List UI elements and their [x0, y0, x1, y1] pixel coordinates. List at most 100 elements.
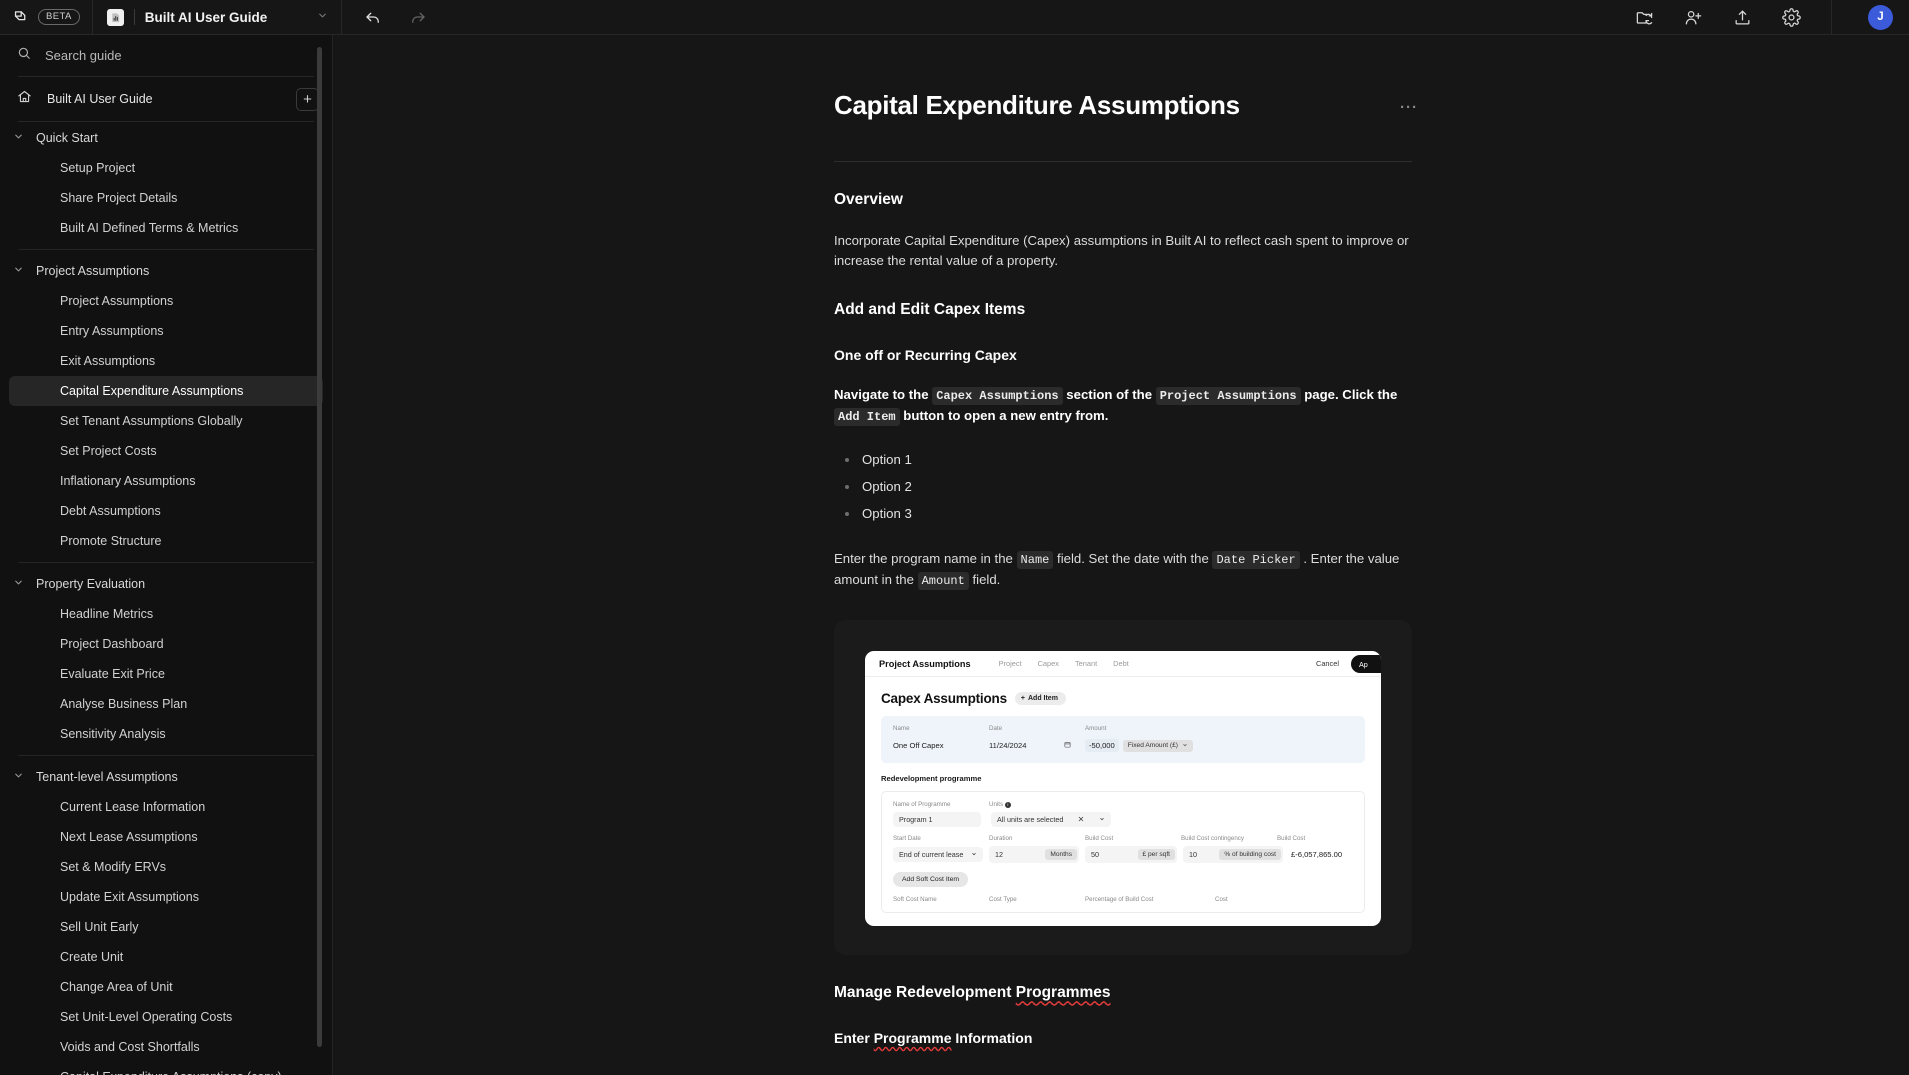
value-amount[interactable]: -50,000	[1085, 739, 1119, 753]
sidebar-item-share-project-details[interactable]: Share Project Details	[9, 183, 323, 213]
soft-cost-header: Cost	[1215, 896, 1228, 904]
search-input[interactable]: Search guide	[0, 35, 332, 76]
chevron-down-icon[interactable]	[13, 768, 24, 786]
main-content: Capital Expenditure Assumptions ··· Over…	[334, 35, 1909, 1075]
code-project-assumptions: Project Assumptions	[1155, 386, 1301, 405]
calendar-icon[interactable]	[1064, 741, 1071, 750]
sidebar-home-item[interactable]: Built AI User Guide +	[0, 77, 332, 121]
screenshot-apply-button[interactable]: Ap	[1351, 655, 1381, 674]
sidebar-item-voids-and-cost-shortfalls[interactable]: Voids and Cost Shortfalls	[9, 1032, 323, 1062]
value-date[interactable]: 11/24/2024	[989, 741, 1085, 750]
chevron-down-icon[interactable]	[13, 262, 24, 280]
sidebar-item-inflationary-assumptions[interactable]: Inflationary Assumptions	[9, 466, 323, 496]
screenshot-capex-header: Capex Assumptions + Add Item	[881, 691, 1365, 706]
add-user-icon[interactable]	[1684, 8, 1703, 27]
sidebar-item-set-project-costs[interactable]: Set Project Costs	[9, 436, 323, 466]
document-tab[interactable]: Built AI User Guide	[93, 0, 341, 35]
screenshot-tab-project[interactable]: Project	[999, 659, 1022, 668]
sidebar-item-sell-unit-early[interactable]: Sell Unit Early	[9, 912, 323, 942]
sidebar-item-capital-expenditure-assumptions[interactable]: Capital Expenditure Assumptions	[9, 376, 323, 406]
soft-cost-headers: Soft Cost Name Cost Type Percentage of Bui…	[893, 896, 1353, 912]
avatar[interactable]: J	[1868, 4, 1893, 30]
sidebar-item-create-unit[interactable]: Create Unit	[9, 942, 323, 972]
screenshot-cancel-button[interactable]: Cancel	[1316, 659, 1339, 668]
top-bar: BETA Built AI User Guide J	[0, 0, 1909, 35]
sidebar-item-update-exit-assumptions[interactable]: Update Exit Assumptions	[9, 882, 323, 912]
sidebar-group-property-evaluation[interactable]: Property Evaluation	[0, 568, 332, 599]
info-icon[interactable]: i	[1004, 801, 1011, 808]
soft-cost-header: Soft Cost Name	[893, 896, 937, 904]
sidebar-item-headline-metrics[interactable]: Headline Metrics	[9, 599, 323, 629]
gear-icon[interactable]	[1782, 7, 1801, 27]
redo-icon[interactable]	[409, 8, 428, 27]
search-icon	[17, 46, 31, 65]
start-date-select[interactable]: End of current lease	[893, 847, 983, 863]
sidebar-item-setup-project[interactable]: Setup Project	[9, 153, 323, 183]
build-cost-field[interactable]: 50 £ per sqft	[1085, 846, 1177, 864]
sidebar-scrollbar-track[interactable]	[317, 41, 327, 1051]
label-units: Units i	[989, 801, 1011, 808]
divider	[133, 9, 135, 25]
sidebar-group-project-assumptions[interactable]: Project Assumptions	[0, 255, 332, 286]
amount-type-select[interactable]: Fixed Amount (£)	[1122, 739, 1193, 752]
duration-field[interactable]: 12 Months	[989, 846, 1079, 864]
sidebar-item-set-modify-ervs[interactable]: Set & Modify ERVs	[9, 852, 323, 882]
add-page-button[interactable]: +	[296, 87, 319, 111]
sidebar-group-quick-start[interactable]: Quick Start	[0, 122, 332, 153]
value-name[interactable]: One Off Capex	[893, 741, 989, 750]
sidebar-item-sensitivity-analysis[interactable]: Sensitivity Analysis	[9, 719, 323, 749]
folder-sync-icon[interactable]	[1635, 8, 1654, 27]
history-actions	[342, 8, 428, 27]
sidebar-group-tenant-level-assumptions[interactable]: Tenant-level Assumptions	[0, 761, 332, 792]
sidebar-item-entry-assumptions[interactable]: Entry Assumptions	[9, 316, 323, 346]
fields-paragraph: Enter the program name in the Name field…	[834, 551, 1400, 590]
sidebar-item-promote-structure[interactable]: Promote Structure	[9, 526, 323, 556]
sidebar-item-next-lease-assumptions[interactable]: Next Lease Assumptions	[9, 822, 323, 852]
units-select[interactable]: All units are selected	[991, 812, 1111, 828]
code-capex-assumptions: Capex Assumptions	[932, 386, 1063, 405]
chevron-down-icon[interactable]	[317, 8, 328, 26]
enter-programme-heading: Enter Programme Information	[834, 1030, 1033, 1047]
sidebar-item-exit-assumptions[interactable]: Exit Assumptions	[9, 346, 323, 376]
chevron-down-icon[interactable]	[1099, 815, 1105, 824]
sidebar-item-set-unit-level-operating-costs[interactable]: Set Unit-Level Operating Costs	[9, 1002, 323, 1032]
sidebar-item-analyse-business-plan[interactable]: Analyse Business Plan	[9, 689, 323, 719]
overview-paragraph: Incorporate Capital Expenditure (Capex) …	[834, 233, 1409, 269]
sidebar-scrollbar-thumb[interactable]	[317, 47, 322, 1047]
undo-icon[interactable]	[364, 8, 383, 27]
page-more-menu[interactable]: ···	[1400, 99, 1418, 116]
sidebar-item-project-assumptions[interactable]: Project Assumptions	[9, 286, 323, 316]
upload-icon[interactable]	[1733, 8, 1752, 27]
sidebar-item-evaluate-exit-price[interactable]: Evaluate Exit Price	[9, 659, 323, 689]
clear-icon[interactable]	[1078, 815, 1084, 824]
label-contingency: Build Cost contingency	[1181, 835, 1244, 843]
chevron-down-icon[interactable]	[13, 129, 24, 147]
screenshot-capex-labels: Name Date Amount	[893, 725, 1353, 732]
sidebar-item-change-area-of-unit[interactable]: Change Area of Unit	[9, 972, 323, 1002]
sidebar-group-label: Tenant-level Assumptions	[36, 769, 178, 784]
embedded-screenshot[interactable]: Project Assumptions Project Capex Tenant De…	[834, 620, 1412, 956]
sidebar-home-label: Built AI User Guide	[47, 92, 153, 106]
sidebar-group-label: Project Assumptions	[36, 263, 150, 278]
sidebar-item-capital-expenditure-assumptions-copy[interactable]: Capital Expenditure Assumptions (copy)	[9, 1062, 323, 1075]
screenshot-add-item-button[interactable]: + Add Item	[1014, 692, 1066, 706]
screenshot-tab-tenant[interactable]: Tenant	[1075, 659, 1097, 668]
value-name-of-programme[interactable]: Program 1	[893, 812, 981, 828]
screenshot-tab-debt[interactable]: Debt	[1113, 659, 1129, 668]
contingency-field[interactable]: 10 % of building cost	[1183, 846, 1283, 864]
screenshot-frame: Project Assumptions Project Capex Tenant De…	[865, 651, 1381, 927]
chevron-down-icon[interactable]	[13, 575, 24, 593]
screenshot-app-title: Project Assumptions	[879, 658, 971, 669]
app-logo-icon[interactable]	[12, 9, 29, 26]
label-build-cost: Build Cost	[1085, 835, 1114, 843]
total-build-cost-value: £-6,057,865.00	[1291, 850, 1343, 860]
sidebar-item-debt-assumptions[interactable]: Debt Assumptions	[9, 496, 323, 526]
sidebar-item-set-tenant-assumptions-globally[interactable]: Set Tenant Assumptions Globally	[9, 406, 323, 436]
sidebar-item-built-ai-defined-terms-metrics[interactable]: Built AI Defined Terms & Metrics	[9, 213, 323, 243]
add-soft-cost-button[interactable]: Add Soft Cost Item	[893, 872, 969, 888]
sidebar-item-project-dashboard[interactable]: Project Dashboard	[9, 629, 323, 659]
code-add-item: Add Item	[834, 407, 900, 426]
screenshot-tab-capex[interactable]: Capex	[1038, 659, 1059, 668]
screenshot-body: Capex Assumptions + Add Item Name Date A…	[865, 677, 1381, 914]
sidebar-item-current-lease-information[interactable]: Current Lease Information	[9, 792, 323, 822]
